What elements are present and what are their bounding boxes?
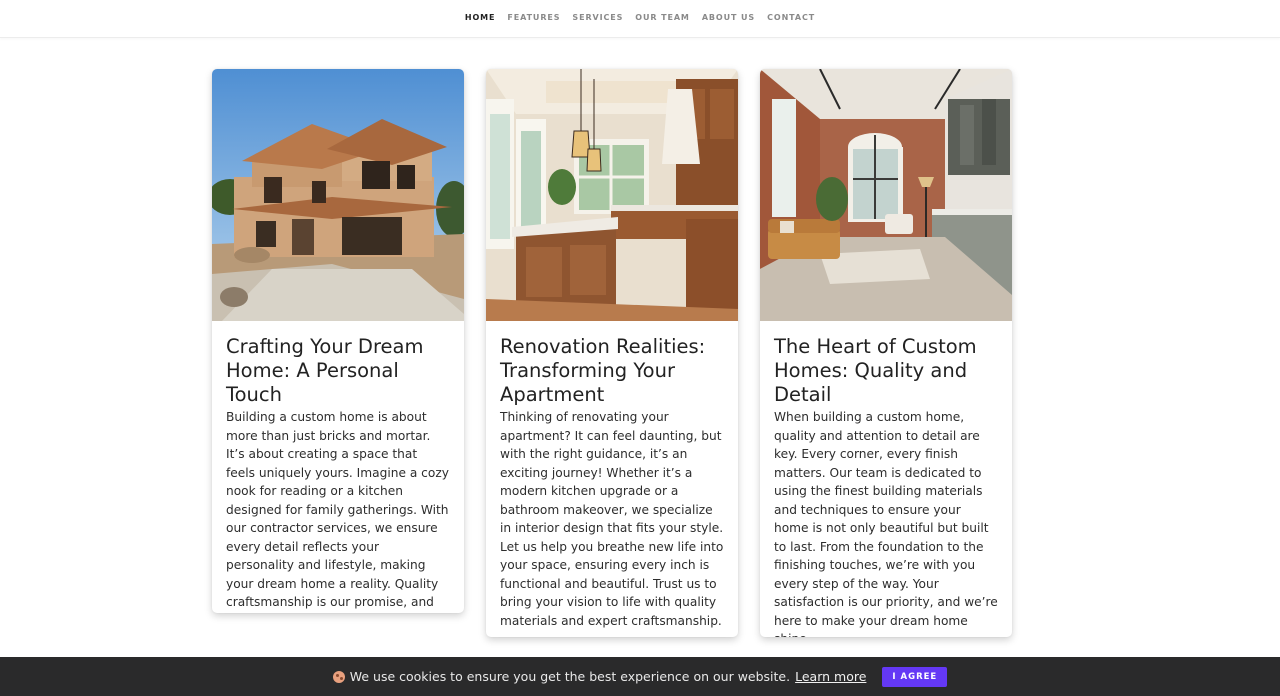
nav-item-about-us[interactable]: ABOUT US bbox=[702, 13, 755, 22]
cookie-consent-bar: We use cookies to ensure you get the bes… bbox=[0, 657, 1280, 696]
card-image-loft-interior bbox=[760, 69, 1012, 321]
card-image-kitchen bbox=[486, 69, 738, 321]
blog-card[interactable]: The Heart of Custom Homes: Quality and D… bbox=[760, 69, 1012, 637]
card-grid: Crafting Your Dream Home: A Personal Tou… bbox=[212, 69, 1012, 637]
card-text: Building a custom home is about more tha… bbox=[226, 410, 449, 609]
nav-item-home[interactable]: HOME bbox=[465, 13, 496, 22]
card-body: Crafting Your Dream Home: A Personal Tou… bbox=[212, 321, 464, 613]
blog-card[interactable]: Crafting Your Dream Home: A Personal Tou… bbox=[212, 69, 464, 613]
nav-item-services[interactable]: SERVICES bbox=[572, 13, 623, 22]
nav-menu: HOME FEATURES SERVICES OUR TEAM ABOUT US… bbox=[465, 7, 815, 25]
agree-button[interactable]: I AGREE bbox=[882, 666, 948, 687]
card-title[interactable]: The Heart of Custom Homes: Quality and D… bbox=[774, 335, 998, 407]
top-navigation: HOME FEATURES SERVICES OUR TEAM ABOUT US… bbox=[0, 0, 1280, 38]
cookie-message: We use cookies to ensure you get the bes… bbox=[332, 669, 866, 684]
card-image-house-construction bbox=[212, 69, 464, 321]
nav-item-our-team[interactable]: OUR TEAM bbox=[635, 13, 690, 22]
card-text: When building a custom home, quality and… bbox=[774, 410, 998, 637]
card-text: Thinking of renovating your apartment? I… bbox=[500, 410, 724, 628]
cookie-icon bbox=[332, 670, 345, 683]
learn-more-link[interactable]: Learn more bbox=[795, 669, 866, 684]
cookie-text: We use cookies to ensure you get the bes… bbox=[349, 669, 791, 684]
card-body: Renovation Realities: Transforming Your … bbox=[486, 321, 738, 637]
card-title[interactable]: Crafting Your Dream Home: A Personal Tou… bbox=[226, 335, 450, 407]
blog-card[interactable]: Renovation Realities: Transforming Your … bbox=[486, 69, 738, 637]
card-title[interactable]: Renovation Realities: Transforming Your … bbox=[500, 335, 724, 407]
card-body: The Heart of Custom Homes: Quality and D… bbox=[760, 321, 1012, 637]
nav-item-features[interactable]: FEATURES bbox=[507, 13, 560, 22]
nav-item-contact[interactable]: CONTACT bbox=[767, 13, 815, 22]
